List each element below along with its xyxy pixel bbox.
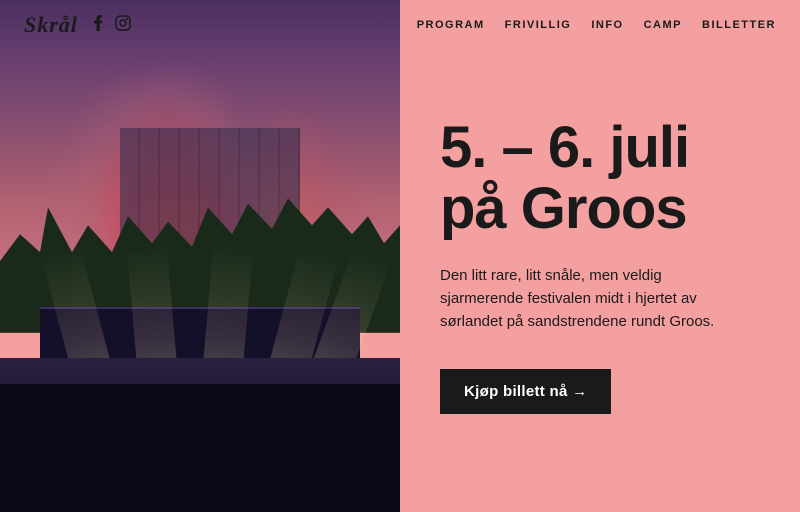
hero-description: Den litt rare, litt snåle, men veldig sj… [440, 264, 740, 334]
page-container: 5. – 6. juli på Groos Den litt rare, lit… [0, 0, 800, 512]
nav-item-billetter[interactable]: BILLETTER [702, 19, 776, 31]
facebook-icon[interactable] [94, 15, 103, 35]
header-nav: PROGRAM FRIVILLIG INFO CAMP BILLETTER [417, 19, 776, 31]
nav-item-frivillig[interactable]: FRIVILLIG [505, 19, 572, 31]
hero-image-panel [0, 0, 400, 512]
hero-content-panel: 5. – 6. juli på Groos Den litt rare, lit… [400, 0, 800, 512]
nav-item-program[interactable]: PROGRAM [417, 19, 485, 31]
instagram-icon[interactable] [115, 15, 131, 35]
hero-title: 5. – 6. juli på Groos [440, 118, 760, 240]
nav-item-info[interactable]: INFO [591, 19, 623, 31]
header-left: Skrål [24, 12, 131, 38]
crowd-arms [0, 384, 400, 396]
header: Skrål PROGRAM FRIVILLIG IN [0, 0, 800, 50]
crowd [0, 384, 400, 512]
buy-ticket-button[interactable]: Kjøp billett nå → [440, 369, 611, 414]
hero-title-line2: på Groos [440, 176, 687, 241]
festival-scene [0, 0, 400, 512]
logo[interactable]: Skrål [24, 12, 78, 38]
social-icons [94, 15, 131, 35]
hero-title-line1: 5. – 6. juli [440, 115, 689, 180]
nav-item-camp[interactable]: CAMP [644, 19, 682, 31]
